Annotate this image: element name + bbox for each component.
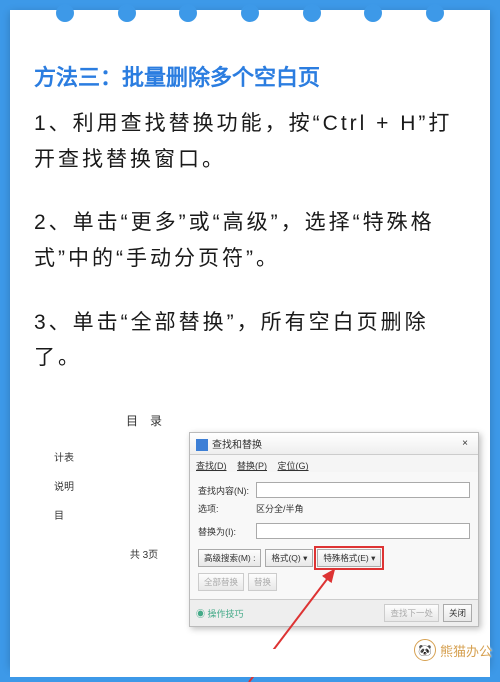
watermark-text: 熊猫办公	[440, 641, 492, 660]
toc-item-label: 说明	[54, 478, 74, 493]
dialog-tip: ◉ 操作技巧	[196, 607, 244, 620]
dialog-button-row: 高级搜索(M) : 格式(Q) ▾ 特殊格式(E) ▾	[198, 549, 470, 567]
tab-replace[interactable]: 替换(P)	[237, 461, 267, 471]
tab-find[interactable]: 查找(D)	[196, 461, 227, 471]
special-format-button[interactable]: 特殊格式(E) ▾	[317, 549, 381, 567]
step-3: 3、单击“全部替换”，所有空白页删除了。	[34, 305, 466, 376]
find-label: 查找内容(N):	[198, 484, 252, 497]
tab-goto[interactable]: 定位(G)	[278, 461, 309, 471]
find-replace-dialog: 查找和替换 × 查找(D) 替换(P) 定位(G) 查找内容(N): 选项: 区…	[189, 432, 479, 627]
embedded-screenshot: 目录 计表 1 页 说明 1 页 目 1 页 共 3页 查找和替换 × 查找(D…	[34, 404, 466, 664]
note-paper: 方法三：批量删除多个空白页 1、利用查找替换功能，按“Ctrl + H”打开查找…	[10, 10, 490, 667]
replace-label: 替换为(I):	[198, 525, 252, 538]
dialog-title-text: 查找和替换	[212, 440, 262, 451]
spiral-binding	[10, 4, 490, 22]
toc-heading: 目录	[54, 412, 234, 429]
find-input[interactable]	[256, 482, 470, 498]
replace-input[interactable]	[256, 523, 470, 539]
step-1: 1、利用查找替换功能，按“Ctrl + H”打开查找替换窗口。	[34, 106, 466, 177]
options-label: 选项:	[198, 502, 252, 515]
close-button[interactable]: 关闭	[443, 604, 472, 622]
dialog-body: 查找内容(N): 选项: 区分全/半角 替换为(I): 高级搜索(M) : 格式…	[190, 472, 478, 599]
toc-item-label: 计表	[54, 449, 74, 464]
advanced-search-button[interactable]: 高级搜索(M) :	[198, 549, 261, 567]
format-button[interactable]: 格式(Q) ▾	[265, 549, 313, 567]
step-2: 2、单击“更多”或“高级”，选择“特殊格式”中的“手动分页符”。	[34, 205, 466, 276]
find-next-button[interactable]: 查找下一处	[384, 604, 439, 622]
dialog-icon	[196, 439, 208, 451]
replace-one-button[interactable]: 替换	[248, 573, 277, 591]
dialog-tabs: 查找(D) 替换(P) 定位(G)	[190, 455, 478, 472]
replace-all-button[interactable]: 全部替换	[198, 573, 244, 591]
dialog-titlebar: 查找和替换 ×	[190, 433, 478, 455]
dialog-footer: ◉ 操作技巧 查找下一处 关闭	[190, 599, 478, 626]
options-value: 区分全/半角	[256, 502, 304, 515]
toc-item-label: 目	[54, 507, 64, 522]
section-title: 方法三：批量删除多个空白页	[34, 60, 466, 92]
watermark-icon: 🐼	[414, 639, 436, 661]
close-icon[interactable]: ×	[458, 438, 472, 449]
watermark: 🐼 熊猫办公	[414, 639, 492, 661]
